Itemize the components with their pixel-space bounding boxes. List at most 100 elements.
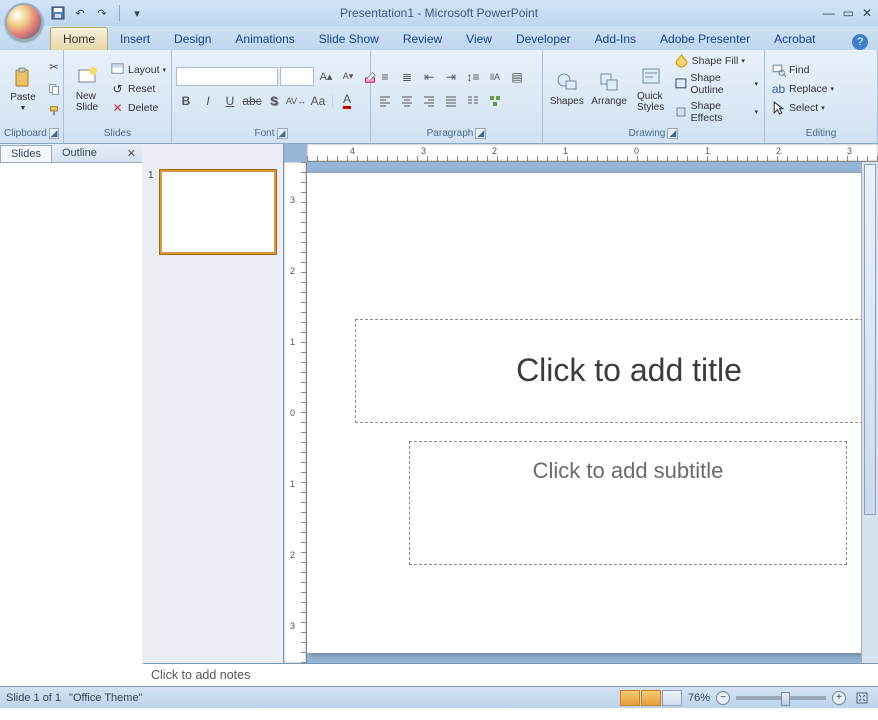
shape-effects-button[interactable]: Shape Effects▾ xyxy=(672,99,760,125)
delete-slide-button[interactable]: ✕Delete xyxy=(108,99,168,116)
slide-editor: 4 3 2 1 0 1 2 3 4 3 2 1 0 1 2 3 Click to… xyxy=(284,144,878,663)
decrease-indent-button[interactable]: ⇤ xyxy=(419,67,439,87)
strikethrough-button[interactable]: abc xyxy=(242,91,262,111)
tab-add-ins[interactable]: Add-Ins xyxy=(583,28,648,50)
italic-button[interactable]: I xyxy=(198,91,218,111)
new-slide-button[interactable]: New Slide xyxy=(68,63,106,115)
pane-tab-slides[interactable]: Slides xyxy=(0,145,52,162)
fit-to-window-button[interactable] xyxy=(852,688,872,708)
select-icon xyxy=(771,100,786,115)
justify-button[interactable] xyxy=(441,91,461,111)
font-launcher[interactable]: ◢ xyxy=(277,128,288,139)
new-slide-label: New Slide xyxy=(76,91,98,113)
zoom-out-button[interactable]: − xyxy=(716,691,730,705)
decrease-font-button[interactable]: A▾ xyxy=(338,67,358,87)
find-button[interactable]: Find xyxy=(769,61,836,78)
format-painter-button[interactable] xyxy=(44,101,64,121)
clipboard-launcher[interactable]: ◢ xyxy=(49,128,59,139)
char-spacing-button[interactable]: AV↔ xyxy=(286,91,306,111)
increase-indent-button[interactable]: ⇥ xyxy=(441,67,461,87)
shape-effects-icon xyxy=(674,105,688,120)
increase-font-button[interactable]: A▴ xyxy=(316,67,336,87)
convert-smartart-button[interactable] xyxy=(485,91,505,111)
office-button[interactable] xyxy=(5,3,43,41)
zoom-slider[interactable] xyxy=(736,696,826,700)
shapes-button[interactable]: Shapes xyxy=(547,68,587,109)
shadow-button[interactable]: S xyxy=(264,91,284,111)
tab-adobe-presenter[interactable]: Adobe Presenter xyxy=(648,28,762,50)
change-case-button[interactable]: Aa xyxy=(308,91,328,111)
reset-button[interactable]: ↺Reset xyxy=(108,80,168,97)
qat-separator xyxy=(119,5,120,21)
arrange-button[interactable]: Arrange xyxy=(589,68,630,109)
shape-fill-button[interactable]: Shape Fill▾ xyxy=(672,52,760,69)
bullets-button[interactable]: ≡ xyxy=(375,67,395,87)
align-left-button[interactable] xyxy=(375,91,395,111)
ruler-tick: 1 xyxy=(290,479,295,489)
numbering-button[interactable]: ≣ xyxy=(397,67,417,87)
select-button[interactable]: Select▾ xyxy=(769,99,836,116)
subtitle-placeholder[interactable]: Click to add subtitle xyxy=(409,441,847,565)
vertical-scrollbar[interactable] xyxy=(861,162,878,663)
undo-icon[interactable]: ↶ xyxy=(72,5,88,21)
paragraph-launcher[interactable]: ◢ xyxy=(475,128,486,139)
zoom-level[interactable]: 76% xyxy=(688,692,710,704)
tab-animations[interactable]: Animations xyxy=(223,28,306,50)
minimize-button[interactable]: — xyxy=(823,6,835,20)
font-color-button[interactable]: A xyxy=(337,91,357,111)
pane-close-button[interactable]: ✕ xyxy=(127,147,136,160)
tab-developer[interactable]: Developer xyxy=(504,28,583,50)
tab-review[interactable]: Review xyxy=(391,28,454,50)
shapes-label: Shapes xyxy=(550,96,584,107)
text-direction-button[interactable]: llA xyxy=(485,67,505,87)
tab-home[interactable]: Home xyxy=(50,27,108,50)
help-icon[interactable]: ? xyxy=(852,34,868,50)
slide-sorter-view-button[interactable] xyxy=(641,690,661,706)
tab-acrobat[interactable]: Acrobat xyxy=(762,28,827,50)
delete-icon: ✕ xyxy=(110,100,125,115)
cut-button[interactable]: ✂ xyxy=(44,57,64,77)
pane-tab-outline[interactable]: Outline xyxy=(52,145,107,161)
font-family-input[interactable] xyxy=(176,67,278,86)
replace-button[interactable]: abReplace▾ xyxy=(769,80,836,97)
align-center-button[interactable] xyxy=(397,91,417,111)
tab-slide-show[interactable]: Slide Show xyxy=(307,28,391,50)
copy-button[interactable] xyxy=(44,79,64,99)
font-size-input[interactable] xyxy=(280,67,314,86)
columns-button[interactable] xyxy=(463,91,483,111)
title-placeholder[interactable]: Click to add title xyxy=(355,319,878,423)
select-label: Select xyxy=(789,102,818,114)
ruler-tick: 2 xyxy=(290,550,295,560)
restore-button[interactable]: ▭ xyxy=(843,6,854,20)
align-text-button[interactable]: ▤ xyxy=(507,67,527,87)
normal-view-button[interactable] xyxy=(620,690,640,706)
layout-button[interactable]: Layout▾ xyxy=(108,61,168,78)
underline-button[interactable]: U xyxy=(220,91,240,111)
layout-label: Layout xyxy=(128,64,160,76)
bold-button[interactable]: B xyxy=(176,91,196,111)
zoom-in-button[interactable]: + xyxy=(832,691,846,705)
qat-customize-icon[interactable]: ▾ xyxy=(129,5,145,21)
quick-styles-button[interactable]: Quick Styles xyxy=(632,63,670,115)
notes-pane[interactable]: Click to add notes xyxy=(143,663,878,686)
slideshow-view-button[interactable] xyxy=(662,690,682,706)
align-right-button[interactable] xyxy=(419,91,439,111)
slide-canvas[interactable]: Click to add title Click to add subtitle xyxy=(307,173,878,653)
paste-button[interactable]: Paste ▼ xyxy=(4,64,42,114)
tab-insert[interactable]: Insert xyxy=(108,28,162,50)
tab-view[interactable]: View xyxy=(454,28,504,50)
reset-label: Reset xyxy=(128,83,155,95)
drawing-launcher[interactable]: ◢ xyxy=(667,128,678,139)
shape-outline-button[interactable]: Shape Outline▾ xyxy=(672,71,760,97)
ruler-tick: 0 xyxy=(634,146,639,156)
scrollbar-thumb[interactable] xyxy=(864,164,876,515)
slide-thumbnail[interactable]: 1 xyxy=(148,170,276,254)
slides-group-label: Slides xyxy=(104,128,131,139)
tab-design[interactable]: Design xyxy=(162,28,223,50)
save-icon[interactable] xyxy=(50,5,66,21)
line-spacing-button[interactable]: ↕≡ xyxy=(463,67,483,87)
close-button[interactable]: ✕ xyxy=(862,6,872,20)
redo-icon[interactable]: ↷ xyxy=(94,5,110,21)
theme-name: "Office Theme" xyxy=(69,692,142,704)
ruler-tick: 1 xyxy=(290,337,295,347)
